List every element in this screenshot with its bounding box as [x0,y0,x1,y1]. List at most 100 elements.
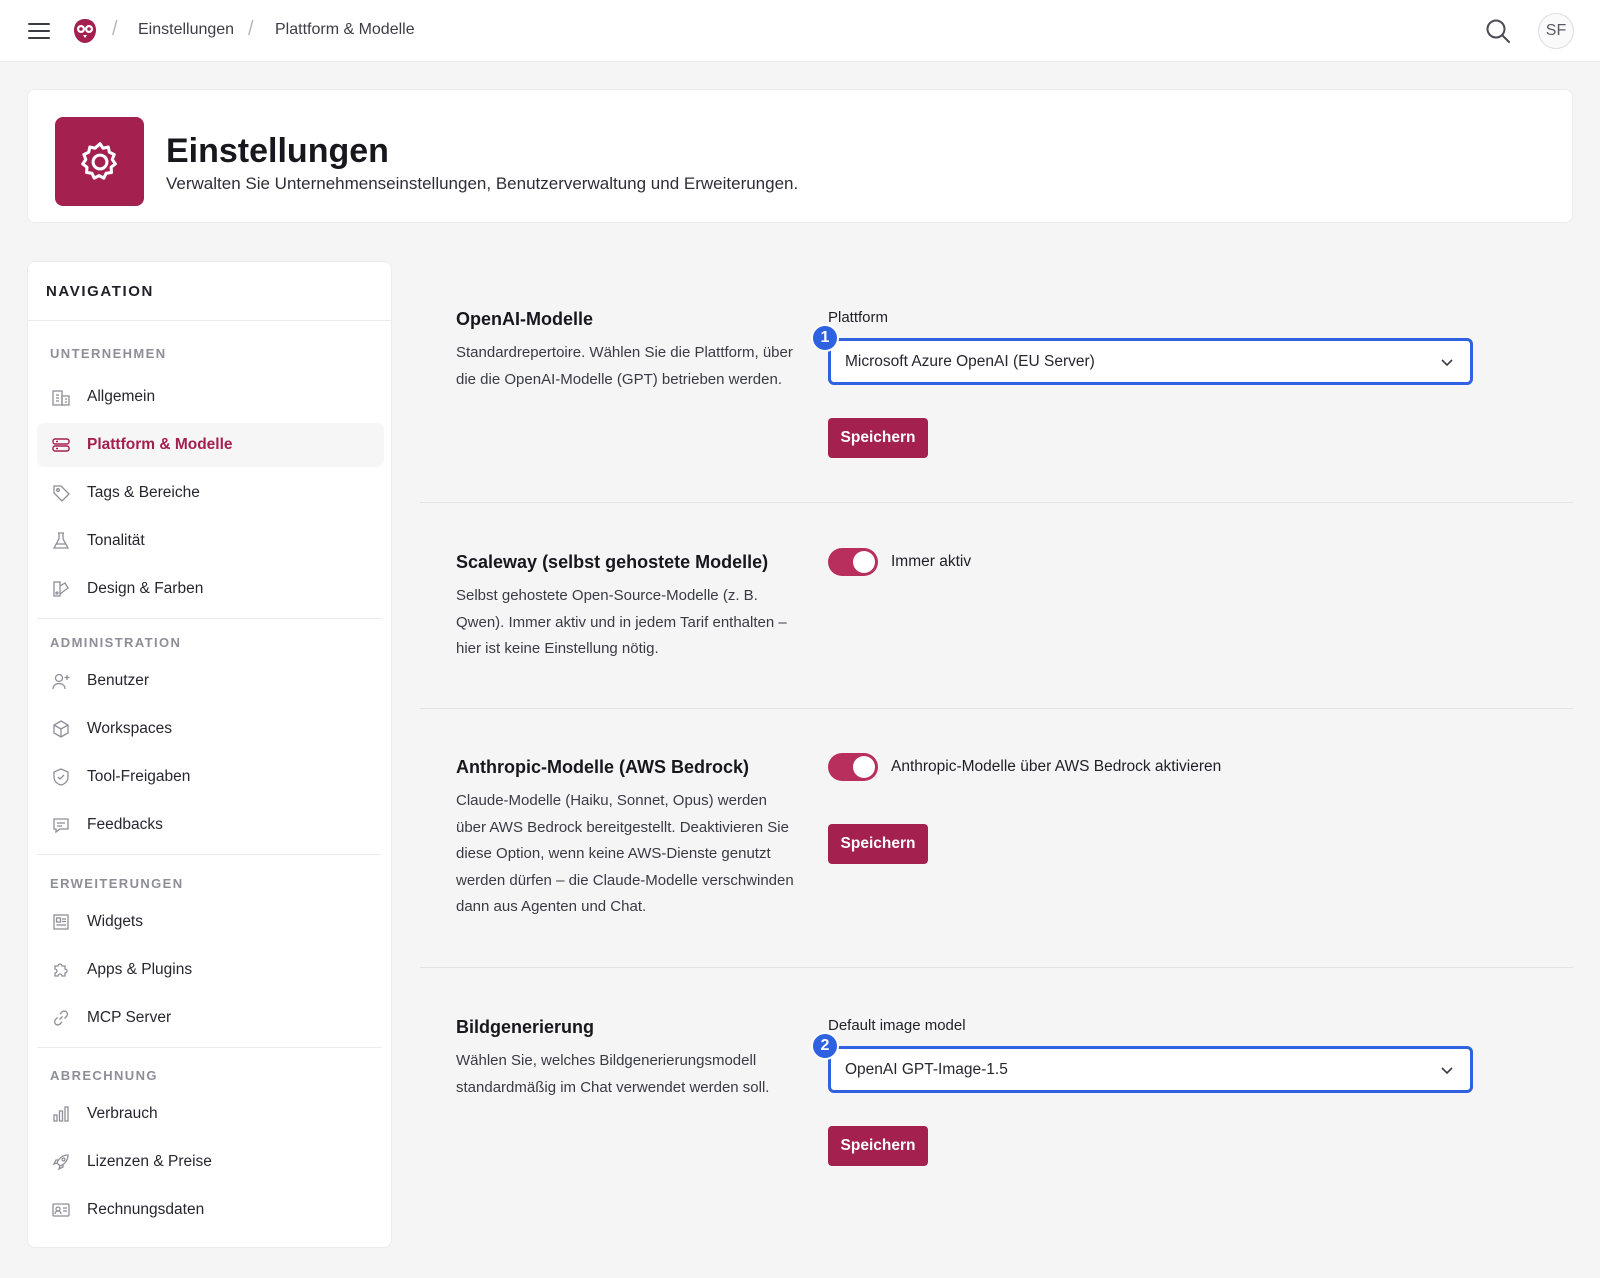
breadcrumb-separator: / [248,18,254,40]
toggle-knob [853,551,875,573]
newspaper-icon [50,911,72,933]
sidebar-item-feedbacks[interactable]: Feedbacks [37,803,384,847]
sidebar-item-label: Tonalität [87,532,145,549]
sidebar-item-label: Apps & Plugins [87,961,193,978]
chat-icon [50,814,72,836]
sidebar-item-design-farben[interactable]: Design & Farben [37,567,384,611]
sidebar-item-apps-plugins[interactable]: Apps & Plugins [37,948,384,992]
sidebar-item-tool-freigaben[interactable]: Tool-Freigaben [37,755,384,799]
settings-sidebar: NAVIGATION UNTERNEHMEN Allgemein Plattfo… [27,261,392,1248]
sidebar-item-label: Tags & Bereiche [87,484,200,501]
building-icon [50,386,72,408]
nav-group-abrechnung: ABRECHNUNG [50,1068,158,1083]
sidebar-item-label: Plattform & Modelle [87,436,233,453]
owl-logo-icon[interactable] [72,17,98,45]
bar-chart-icon [50,1103,72,1125]
annotation-badge: 2 [811,1032,839,1060]
search-icon[interactable] [1484,17,1512,45]
divider [420,967,1573,968]
puzzle-icon [50,959,72,981]
sidebar-item-label: Verbrauch [87,1105,158,1122]
shield-check-icon [50,766,72,788]
sidebar-item-benutzer[interactable]: Benutzer [37,659,384,703]
platform-select[interactable]: Microsoft Azure OpenAI (EU Server) [828,338,1473,385]
palette-icon [50,578,72,600]
section-description-openai: Standardrepertoire. Wählen Sie die Platt… [456,344,793,388]
sidebar-item-verbrauch[interactable]: Verbrauch [37,1092,384,1136]
page-subtitle: Verwalten Sie Unternehmenseinstellungen,… [166,174,799,193]
platform-field-label: Plattform [828,309,889,326]
sidebar-item-lizenzen-preise[interactable]: Lizenzen & Preise [37,1140,384,1184]
user-plus-icon [50,670,72,692]
section-description-scaleway: Selbst gehostete Open-Source-Modelle (z.… [456,587,787,657]
anthropic-toggle[interactable] [828,753,878,781]
scaleway-toggle-label: Immer aktiv [891,553,972,570]
breadcrumb-separator: / [112,18,118,40]
divider [420,502,1573,503]
cube-icon [50,718,72,740]
divider [37,618,382,619]
gear-icon [80,141,117,180]
sidebar-item-workspaces[interactable]: Workspaces [37,707,384,751]
sidebar-item-allgemein[interactable]: Allgemein [37,375,384,419]
sidebar-item-label: Workspaces [87,720,172,737]
link-icon [50,1007,72,1029]
sidebar-item-label: Design & Farben [87,580,204,597]
save-button-anthropic[interactable]: Speichern [828,824,928,864]
server-icon [50,434,72,456]
section-description-image: Wählen Sie, welches Bildgenerierungsmode… [456,1052,770,1096]
sidebar-item-rechnungsdaten[interactable]: Rechnungsdaten [37,1188,384,1232]
chevron-down-icon [1441,358,1453,366]
page-title: Einstellungen [166,132,389,170]
sidebar-item-label: Widgets [87,913,143,930]
image-model-select[interactable]: OpenAI GPT-Image-1.5 [828,1046,1473,1093]
sidebar-item-tags-bereiche[interactable]: Tags & Bereiche [37,471,384,515]
settings-header-card: Einstellungen Verwalten Sie Unternehmens… [27,89,1573,223]
sidebar-item-label: Feedbacks [87,816,163,833]
id-card-icon [50,1199,72,1221]
navigation-heading: NAVIGATION [46,283,154,300]
nav-group-unternehmen: UNTERNEHMEN [50,346,167,361]
image-model-field-label: Default image model [828,1017,966,1034]
section-description-anthropic: Claude-Modelle (Haiku, Sonnet, Opus) wer… [456,792,794,915]
section-title-openai: OpenAI-Modelle [456,309,594,329]
settings-main-panel: OpenAI-Modelle Standardrepertoire. Wähle… [420,261,1573,1248]
sidebar-item-label: Benutzer [87,672,150,689]
platform-select-value: Microsoft Azure OpenAI (EU Server) [845,352,1095,370]
tag-icon [50,482,72,504]
hamburger-menu-icon[interactable] [28,19,52,43]
breadcrumb-platform-models[interactable]: Plattform & Modelle [275,21,415,39]
sidebar-item-label: Tool-Freigaben [87,768,191,785]
section-title-anthropic: Anthropic-Modelle (AWS Bedrock) [456,757,750,777]
breadcrumb-settings[interactable]: Einstellungen [138,21,234,39]
divider [37,854,382,855]
sidebar-item-plattform-modelle[interactable]: Plattform & Modelle [37,423,384,467]
settings-header-icon [55,117,144,206]
top-bar: / Einstellungen / Plattform & Modelle SF [0,0,1600,62]
sidebar-item-label: Lizenzen & Preise [87,1153,212,1170]
sidebar-item-widgets[interactable]: Widgets [37,900,384,944]
divider [28,320,391,321]
sidebar-item-label: Rechnungsdaten [87,1201,205,1218]
annotation-badge: 1 [811,324,839,352]
flask-icon [50,530,72,552]
sidebar-item-mcp-server[interactable]: MCP Server [37,996,384,1040]
toggle-knob [853,756,875,778]
save-button-openai[interactable]: Speichern [828,418,928,458]
user-avatar[interactable]: SF [1538,13,1574,49]
sidebar-item-label: Allgemein [87,388,156,405]
chevron-down-icon [1441,1066,1453,1074]
divider [37,1047,382,1048]
image-model-select-value: OpenAI GPT-Image-1.5 [845,1060,1008,1078]
nav-group-erweiterungen: ERWEITERUNGEN [50,876,184,891]
sidebar-item-tonalitaet[interactable]: Tonalität [37,519,384,563]
save-button-image[interactable]: Speichern [828,1126,928,1166]
sidebar-item-label: MCP Server [87,1009,172,1026]
section-title-scaleway: Scaleway (selbst gehostete Modelle) [456,552,769,572]
rocket-icon [50,1151,72,1173]
nav-group-administration: ADMINISTRATION [50,635,182,650]
section-title-image: Bildgenerierung [456,1017,595,1037]
anthropic-toggle-label: Anthropic-Modelle über AWS Bedrock aktiv… [891,758,1222,775]
divider [420,708,1573,709]
scaleway-toggle[interactable] [828,548,878,576]
